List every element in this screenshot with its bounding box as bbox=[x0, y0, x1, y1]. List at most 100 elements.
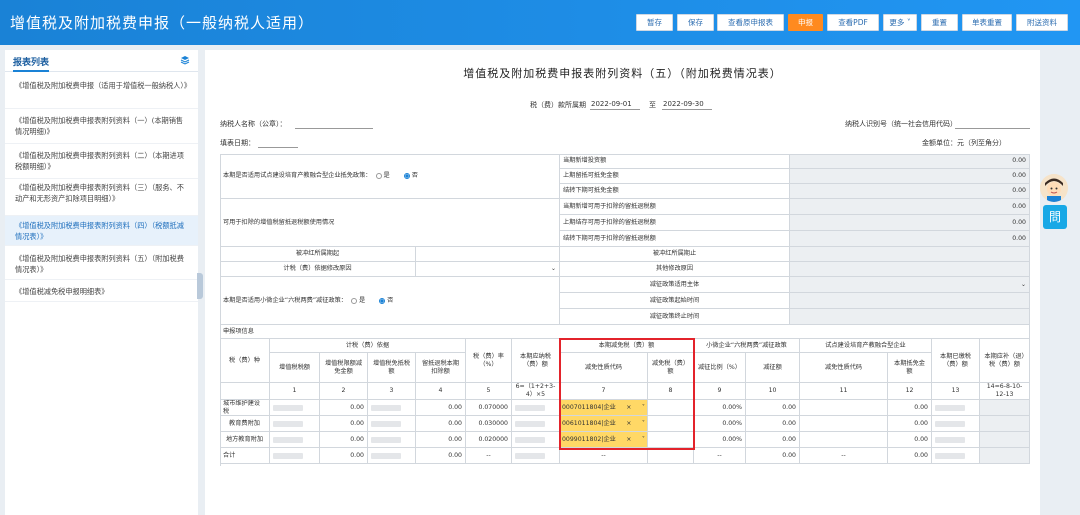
reversal-period-start-field[interactable] bbox=[416, 247, 560, 262]
policy-start-field bbox=[790, 293, 1030, 309]
radio-no-selected[interactable] bbox=[379, 297, 386, 304]
header-due: 本期应补（退）税（费）额 bbox=[980, 339, 1030, 383]
masked-cell[interactable] bbox=[932, 432, 980, 448]
masked-cell[interactable] bbox=[368, 432, 416, 448]
form-panel: 增值税及附加税费申报表附列资料（五）（附加税费情况表） 税（费）款所属期 202… bbox=[205, 50, 1040, 515]
header-pilot-amount: 本期抵免金额 bbox=[888, 353, 932, 383]
radio-no-selected[interactable] bbox=[403, 173, 410, 179]
header-pilot: 试点建设培育产教融合型企业 bbox=[800, 339, 932, 353]
radio-yes[interactable] bbox=[350, 297, 357, 304]
radio-no-label: 否 bbox=[411, 172, 418, 179]
pilot-policy-question: 本期是否适用试点建设培育产教融合型企业抵免政策： 是 否 bbox=[220, 154, 560, 199]
period-end: 2022-09-30 bbox=[663, 100, 704, 108]
masked-cell[interactable] bbox=[368, 416, 416, 432]
header-bar: 增值税及附加税费申报（一般纳税人适用） 暂存 保存 查看原申报表 申报 查看PD… bbox=[0, 0, 1080, 45]
taxpayer-id-field[interactable] bbox=[955, 128, 1030, 129]
more-button[interactable]: 更多 ˅ bbox=[883, 14, 917, 31]
radio-yes[interactable] bbox=[375, 173, 382, 179]
amount-cell[interactable]: 0.00 bbox=[320, 400, 368, 416]
colnum: 10 bbox=[746, 383, 800, 400]
due-cell bbox=[980, 432, 1030, 448]
masked-cell bbox=[270, 448, 320, 464]
sidebar-item-attachment-1[interactable]: 《增值税及附加税费申报表附列资料（一）(本期销售情况明细)》 bbox=[5, 110, 198, 144]
sidebar-collapse-handle[interactable] bbox=[197, 273, 203, 299]
rate-cell: 0.030000 bbox=[466, 416, 512, 432]
masked-cell[interactable] bbox=[270, 400, 320, 416]
masked-cell[interactable] bbox=[270, 416, 320, 432]
amount-cell[interactable]: 0.00 bbox=[416, 400, 466, 416]
reset-button[interactable]: 重置 bbox=[921, 14, 958, 31]
masked-cell bbox=[512, 432, 560, 448]
masked-value bbox=[515, 436, 545, 443]
subject-select[interactable]: ⌄ bbox=[790, 277, 1030, 293]
clear-icon[interactable]: × bbox=[626, 436, 631, 444]
masked-value bbox=[273, 404, 303, 411]
sidebar-header: 报表列表 bbox=[5, 50, 198, 72]
modify-reason-select[interactable]: ⌄ bbox=[416, 262, 560, 277]
period-end-underline bbox=[662, 109, 712, 110]
value-cell: 0.00 bbox=[790, 231, 1030, 247]
clear-icon[interactable]: × bbox=[626, 420, 631, 428]
reduction-code-select[interactable]: 0099011802|企业 × ˅ bbox=[560, 432, 648, 448]
row-label: 结转下期可用于扣除的留抵退税额 bbox=[560, 231, 790, 247]
row-label: 当期新增投资额 bbox=[560, 154, 790, 169]
reduction-amount-cell[interactable] bbox=[648, 432, 694, 448]
view-original-button[interactable]: 查看原申报表 bbox=[717, 14, 784, 31]
amount-cell[interactable]: 0.00 bbox=[416, 416, 466, 432]
masked-cell bbox=[512, 400, 560, 416]
sidebar-item-exemption-detail[interactable]: 《增值税减免税申报明细表》 bbox=[5, 282, 198, 302]
attachments-button[interactable]: 附送资料 bbox=[1016, 14, 1068, 31]
header-tax-type: 税（费）种 bbox=[220, 339, 270, 383]
sidebar-item-attachment-3[interactable]: 《增值税及附加税费申报表附列资料（三）（服务、不动产和无形资产扣除项目明细）》 bbox=[5, 180, 198, 216]
masked-cell[interactable] bbox=[932, 416, 980, 432]
submit-button[interactable]: 申报 bbox=[788, 14, 823, 31]
total-due-cell bbox=[980, 448, 1030, 464]
reset-table-button[interactable]: 单表重置 bbox=[962, 14, 1012, 31]
taxpayer-name-field[interactable] bbox=[295, 128, 373, 129]
fill-date-field[interactable] bbox=[258, 147, 298, 148]
section-label: 申报项信息 bbox=[220, 325, 1030, 339]
modify-reason-label: 计税（费）依据修改原因 bbox=[220, 262, 416, 277]
unit-label: 金额单位：元（列至角分） bbox=[922, 139, 1006, 147]
view-pdf-button[interactable]: 查看PDF bbox=[827, 14, 879, 31]
save-button[interactable]: 保存 bbox=[677, 14, 714, 31]
taxpayer-name-label: 纳税人名称（公章）： bbox=[220, 120, 287, 128]
reduction-code-value: 0061011804|企业 bbox=[562, 419, 616, 427]
header-basis-col: 增值税税额 bbox=[270, 353, 320, 383]
save-draft-button[interactable]: 暂存 bbox=[636, 14, 673, 31]
row-label: 减征政策起始时间 bbox=[560, 293, 790, 309]
total-small-amount-cell: 0.00 bbox=[746, 448, 800, 464]
masked-cell[interactable] bbox=[368, 400, 416, 416]
amount-cell[interactable]: 0.00 bbox=[320, 432, 368, 448]
amount-cell[interactable]: 0.00 bbox=[320, 416, 368, 432]
reduction-amount-cell[interactable] bbox=[648, 416, 694, 432]
colnum: 12 bbox=[888, 383, 932, 400]
question-tag-button[interactable]: 問 bbox=[1043, 205, 1067, 229]
row-label: 上期结存可用于扣除的留抵退税额 bbox=[560, 215, 790, 231]
header-basis-col: 增值税限额减免金额 bbox=[320, 353, 368, 383]
header-small-pct: 减征比例（%） bbox=[694, 353, 746, 383]
chevron-down-icon: ˅ bbox=[641, 403, 645, 411]
assistant-avatar[interactable] bbox=[1040, 174, 1068, 202]
period-start-underline bbox=[590, 109, 640, 110]
masked-cell[interactable] bbox=[932, 400, 980, 416]
reduction-code-select[interactable]: 0007011804|企业 × ˅ bbox=[560, 400, 648, 416]
colnum: 3 bbox=[368, 383, 416, 400]
more-label: 更多 bbox=[889, 18, 905, 27]
sidebar-item-main-return[interactable]: 《增值税及附加税费申报（适用于增值税一般纳税人）》 bbox=[5, 76, 198, 109]
total-label: 合计 bbox=[220, 448, 270, 464]
masked-cell[interactable] bbox=[270, 432, 320, 448]
header-payable: 本期应纳税（费）额 bbox=[512, 339, 560, 383]
clear-icon[interactable]: × bbox=[626, 404, 631, 412]
sidebar-item-attachment-4[interactable]: 《增值税及附加税费申报表附列资料（四）（税额抵减情况表）》 bbox=[5, 216, 198, 246]
reduction-code-select[interactable]: 0061011804|企业 × ˅ bbox=[560, 416, 648, 432]
amount-cell[interactable]: 0.00 bbox=[416, 432, 466, 448]
sidebar-item-attachment-2[interactable]: 《增值税及附加税费申报表附列资料（二）（本期进项税额明细）》 bbox=[5, 145, 198, 179]
reduction-amount-cell[interactable] bbox=[648, 400, 694, 416]
layers-icon[interactable] bbox=[180, 55, 190, 65]
pilot-code-cell bbox=[800, 400, 888, 416]
header-reduction-amount: 减免税（费）额 bbox=[648, 353, 694, 383]
header-reduction: 本期减免税（费）额 bbox=[560, 339, 694, 353]
other-reason-label: 其他修改原因 bbox=[560, 262, 790, 277]
sidebar-item-attachment-5[interactable]: 《增值税及附加税费申报表附列资料（五）（附加税费情况表）》 bbox=[5, 248, 198, 280]
